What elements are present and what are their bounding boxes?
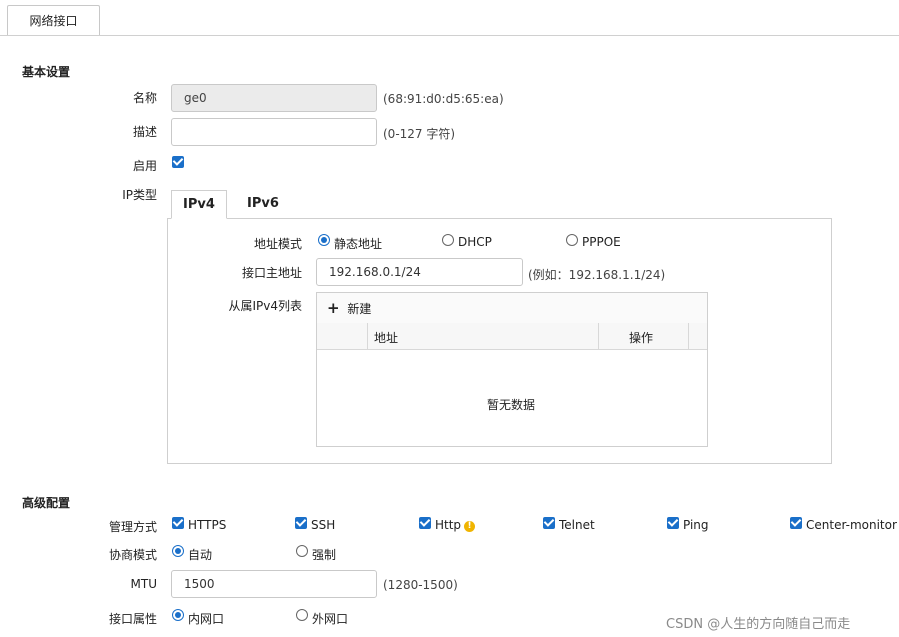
external-port-label[interactable]: 外网口 — [312, 610, 348, 627]
description-input[interactable] — [171, 118, 377, 146]
ssh-checkbox[interactable] — [295, 517, 307, 529]
description-hint: (0-127 字符) — [383, 127, 456, 141]
auto-label[interactable]: 自动 — [188, 546, 212, 563]
column-separator — [367, 323, 368, 349]
ssh-label[interactable]: SSH — [311, 518, 335, 532]
tab-network-interface[interactable]: 网络接口 — [7, 5, 100, 36]
plus-icon: + — [327, 299, 340, 317]
radio-internal-port[interactable] — [172, 609, 184, 621]
mtu-hint: (1280-1500) — [383, 578, 458, 592]
secondary-ipv4-list-label: 从属IPv4列表 — [228, 299, 302, 313]
https-checkbox[interactable] — [172, 517, 184, 529]
primary-address-input[interactable]: 192.168.0.1/24 — [316, 258, 523, 286]
column-address: 地址 — [374, 331, 399, 345]
name-input[interactable]: ge0 — [171, 84, 377, 112]
radio-pppoe[interactable] — [566, 234, 578, 246]
tab-ipv4[interactable]: IPv4 — [171, 190, 227, 219]
tab-ipv6[interactable]: IPv6 — [238, 190, 288, 219]
https-label[interactable]: HTTPS — [188, 518, 226, 532]
advanced-settings-title: 高级配置 — [22, 496, 71, 510]
name-label: 名称 — [132, 91, 157, 105]
radio-auto[interactable] — [172, 545, 184, 557]
mtu-input[interactable]: 1500 — [171, 570, 377, 598]
negotiation-label: 协商模式 — [108, 548, 157, 562]
basic-settings-title: 基本设置 — [22, 65, 71, 79]
radio-static-address[interactable] — [318, 234, 330, 246]
ip-type-label: IP类型 — [122, 188, 157, 202]
radio-forced[interactable] — [296, 545, 308, 557]
dhcp-label[interactable]: DHCP — [458, 235, 492, 249]
telnet-checkbox[interactable] — [543, 517, 555, 529]
column-actions: 操作 — [629, 331, 654, 345]
add-new-button[interactable]: + 新建 — [327, 300, 371, 317]
tab-divider — [0, 35, 899, 36]
secondary-ipv4-table: + 新建 地址 操作 暂无数据 — [316, 292, 708, 447]
internal-port-label[interactable]: 内网口 — [188, 610, 224, 627]
radio-external-port[interactable] — [296, 609, 308, 621]
center-monitor-checkbox[interactable] — [790, 517, 802, 529]
interface-attribute-label: 接口属性 — [108, 612, 157, 626]
center-monitor-label[interactable]: Center-monitor — [806, 518, 897, 532]
pppoe-label[interactable]: PPPOE — [582, 235, 621, 249]
forced-label[interactable]: 强制 — [312, 546, 336, 563]
radio-dhcp[interactable] — [442, 234, 454, 246]
warning-icon[interactable]: ! — [464, 521, 475, 532]
primary-address-hint: (例如：192.168.1.1/24) — [528, 268, 666, 282]
ping-checkbox[interactable] — [667, 517, 679, 529]
mtu-label: MTU — [130, 577, 157, 591]
telnet-label[interactable]: Telnet — [559, 518, 595, 532]
enable-label: 启用 — [132, 159, 157, 173]
http-label[interactable]: Http — [435, 518, 461, 532]
column-separator — [688, 323, 689, 349]
column-separator — [598, 323, 599, 349]
ping-label[interactable]: Ping — [683, 518, 709, 532]
empty-state-text: 暂无数据 — [487, 398, 536, 412]
watermark-text: CSDN @人生的方向随自己而走 — [666, 617, 851, 632]
primary-address-label: 接口主地址 — [241, 266, 302, 280]
static-address-label[interactable]: 静态地址 — [334, 235, 382, 252]
http-checkbox[interactable] — [419, 517, 431, 529]
enable-checkbox[interactable] — [172, 156, 184, 168]
description-label: 描述 — [132, 125, 157, 139]
table-header: 地址 操作 — [317, 323, 707, 350]
address-mode-label: 地址模式 — [253, 237, 302, 251]
table-toolbar: + 新建 — [317, 293, 707, 324]
mac-address-hint: (68:91:d0:d5:65:ea) — [383, 92, 504, 106]
add-new-label: 新建 — [347, 302, 372, 316]
management-label: 管理方式 — [108, 520, 157, 534]
